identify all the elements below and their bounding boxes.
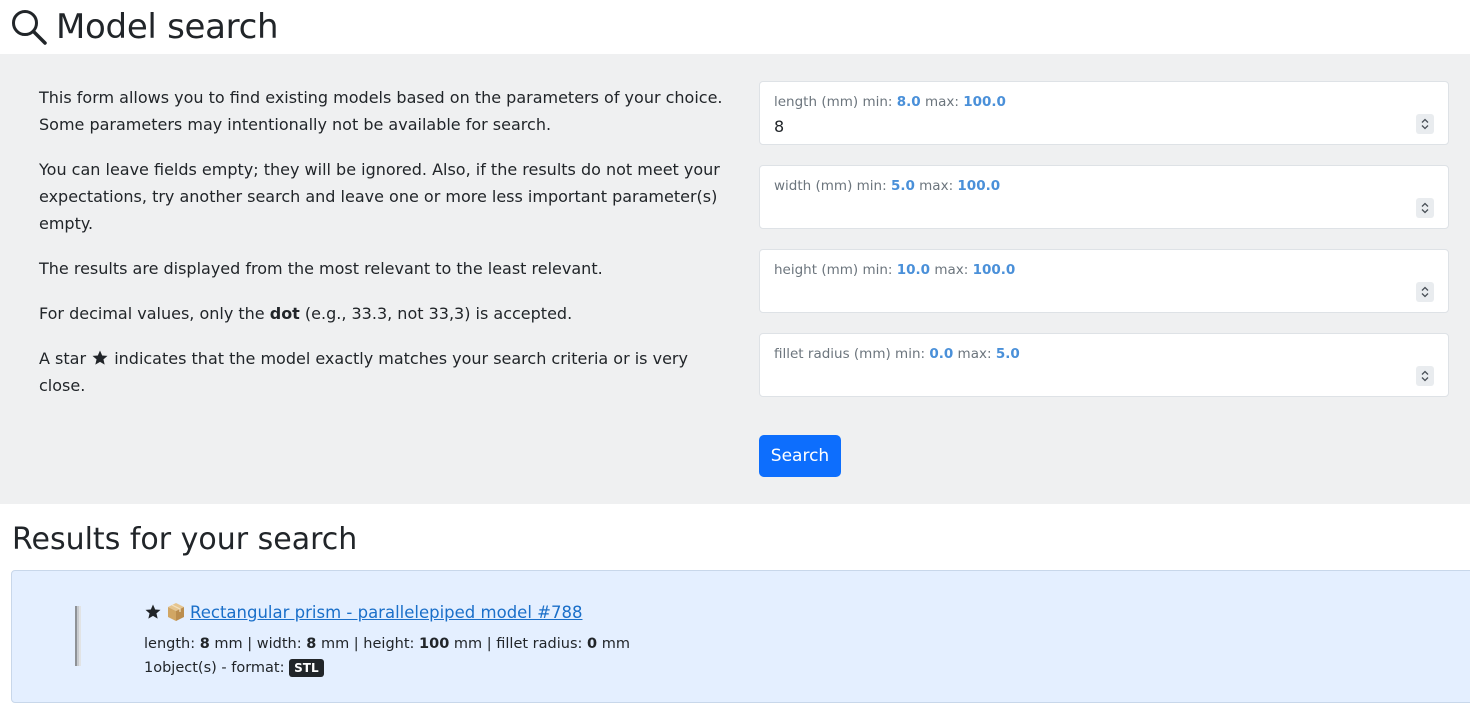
page-header: Model search [10,3,279,51]
format-badge: STL [289,659,324,677]
package-icon [168,603,184,621]
width-field-label: width (mm) min: 5.0 max: 100.0 [774,178,1001,194]
page-title: Model search [56,7,279,47]
fillet-radius-field-label: fillet radius (mm) min: 0.0 max: 5.0 [774,346,1020,362]
height-input[interactable] [774,283,1374,305]
height-field[interactable]: height (mm) min: 10.0 max: 100.0 [759,249,1449,313]
info-paragraph: You can leave fields empty; they will be… [39,160,720,233]
info-paragraph: For decimal values, only the dot (e.g., … [39,304,573,323]
star-icon [145,604,161,619]
length-field-label: length (mm) min: 8.0 max: 100.0 [774,94,1006,110]
length-input[interactable] [774,115,1374,137]
info-paragraph: The results are displayed from the most … [39,259,603,278]
fillet-radius-input[interactable] [774,367,1374,389]
star-icon [92,350,108,365]
result-dimensions: length: 8 mm | width: 8 mm | height: 100… [144,636,630,652]
fillet-radius-field[interactable]: fillet radius (mm) min: 0.0 max: 5.0 [759,333,1449,397]
result-link[interactable]: Rectangular prism - parallelepiped model… [190,603,582,622]
result-details: length: 8 mm | width: 8 mm | height: 100… [144,632,630,680]
width-field[interactable]: width (mm) min: 5.0 max: 100.0 [759,165,1449,229]
search-button[interactable]: Search [759,435,841,477]
info-paragraph: A star indicates that the model exactly … [39,349,688,395]
stepper-arrows-icon [1421,202,1429,214]
result-card: Rectangular prism - parallelepiped model… [11,570,1470,703]
height-stepper[interactable] [1416,282,1434,302]
stepper-arrows-icon [1421,370,1429,382]
info-paragraph: This form allows you to find existing mo… [39,88,723,134]
result-format-line: 1object(s) - format: STL [144,656,630,680]
fillet-radius-stepper[interactable] [1416,366,1434,386]
results-title: Results for your search [12,522,358,557]
stepper-arrows-icon [1421,118,1429,130]
search-form-panel: This form allows you to find existing mo… [0,54,1470,504]
model-thumbnail[interactable] [74,606,82,666]
info-text: This form allows you to find existing mo… [39,84,739,417]
width-stepper[interactable] [1416,198,1434,218]
width-input[interactable] [774,199,1374,221]
length-field[interactable]: length (mm) min: 8.0 max: 100.0 [759,81,1449,145]
height-field-label: height (mm) min: 10.0 max: 100.0 [774,262,1016,278]
result-heading: Rectangular prism - parallelepiped model… [144,600,582,624]
length-stepper[interactable] [1416,114,1434,134]
search-icon [12,10,47,45]
stepper-arrows-icon [1421,286,1429,298]
